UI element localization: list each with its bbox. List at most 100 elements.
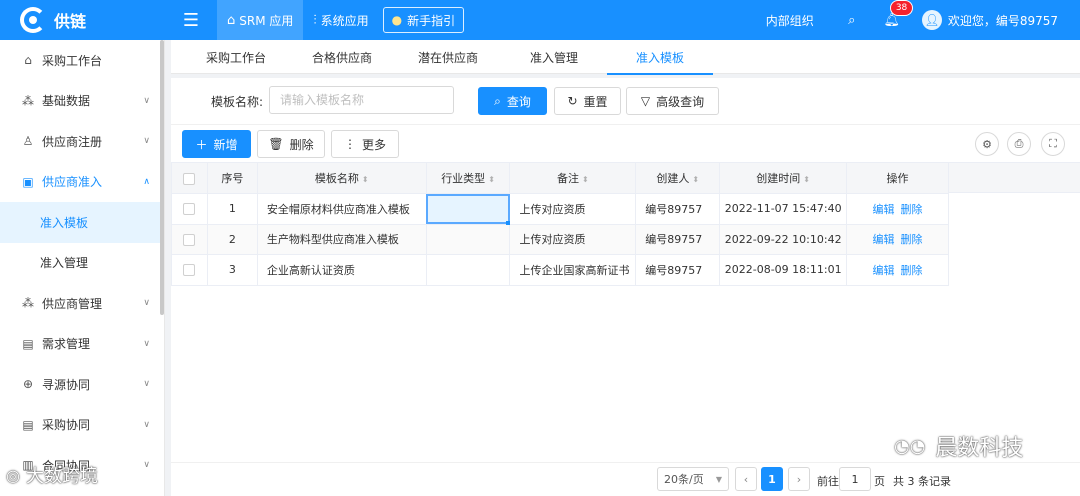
logo-icon: [20, 7, 46, 33]
header-remark[interactable]: 备注 ⬍: [509, 162, 637, 194]
template-name-label: 模板名称:: [211, 95, 264, 109]
delete-button[interactable]: 🗑︎ 删除: [257, 130, 325, 158]
prev-page-button[interactable]: ‹: [735, 467, 757, 491]
sidebar-item-label: 供应商准入: [42, 175, 103, 190]
header-industry[interactable]: 行业类型 ⬍: [425, 162, 511, 194]
bulb-icon: ●: [391, 13, 403, 27]
bell-icon[interactable]: 🔔︎ 38: [882, 0, 914, 28]
row-industry-selected[interactable]: [425, 193, 511, 225]
org-switch[interactable]: 内部组织: [766, 12, 814, 29]
add-button[interactable]: ＋ 新增: [182, 130, 251, 158]
page-button-current[interactable]: 1: [761, 467, 783, 491]
row-checkbox[interactable]: [183, 203, 196, 216]
search-button[interactable]: ⌕ 查询: [478, 87, 547, 115]
settings-icon[interactable]: ⚙: [975, 132, 999, 156]
printer-icon[interactable]: ⎙: [1007, 132, 1031, 156]
table-row[interactable]: 3 企业高新认证资质 上传企业国家高新证书 编号89757 2022-08-09…: [171, 254, 949, 286]
sidebar-item-purchase-workbench[interactable]: ⌂ 采购工作台: [0, 40, 164, 81]
sort-icon[interactable]: ⬍: [362, 175, 369, 184]
sidebar-item-supplier-admission[interactable]: ▣ 供应商准入 ∧: [0, 162, 164, 203]
edit-link[interactable]: 编辑: [873, 233, 895, 246]
sort-icon[interactable]: ⬍: [582, 175, 589, 184]
tab-purchase-workbench[interactable]: 采购工作台: [183, 40, 289, 74]
apartment-icon: ⁂: [22, 296, 34, 311]
tab-potential-suppliers[interactable]: 潜在供应商: [395, 40, 501, 74]
tab-admission-template[interactable]: 准入模板: [607, 40, 713, 75]
beginner-guide-button[interactable]: ● 新手指引: [382, 7, 465, 33]
logo[interactable]: 供链: [0, 0, 165, 40]
sidebar-item-demand-management[interactable]: ▤ 需求管理 ∨: [0, 324, 164, 365]
tab-admission-management[interactable]: 准入管理: [501, 40, 607, 74]
welcome-text[interactable]: 欢迎您，编号89757: [948, 12, 1058, 29]
topnav-srm-apps[interactable]: ⌂ SRM 应用: [217, 0, 304, 40]
table-header-row: 序号 模板名称 ⬍ 行业类型 ⬍ 备注 ⬍ 创建人 ⬍ 创建时间 ⬍ 操作: [171, 162, 949, 194]
sort-icon[interactable]: ⬍: [488, 175, 495, 184]
sort-icon[interactable]: ⬍: [803, 175, 810, 184]
sidebar-item-label: 寻源协同: [42, 377, 91, 392]
goto-page-input[interactable]: [839, 467, 871, 491]
edit-link[interactable]: 编辑: [873, 203, 895, 216]
page-size-value: 20条/页: [664, 473, 704, 486]
page-tabs: 采购工作台 合格供应商 潜在供应商 准入管理 准入模板: [171, 40, 1080, 75]
fullscreen-icon[interactable]: ⛶: [1041, 132, 1065, 156]
delete-link[interactable]: 删除: [901, 203, 923, 216]
reset-button[interactable]: ↻ 重置: [554, 87, 621, 115]
sidebar-item-sourcing[interactable]: ⊕ 寻源协同 ∨: [0, 364, 164, 405]
delete-link[interactable]: 删除: [901, 264, 923, 277]
row-industry[interactable]: [425, 223, 511, 255]
brand-mark-icon: ◎: [6, 465, 20, 485]
sidebar-item-label: 基础数据: [42, 94, 91, 109]
header-name[interactable]: 模板名称 ⬍: [256, 162, 427, 194]
header-created-time[interactable]: 创建时间 ⬍: [719, 162, 848, 194]
search-icon[interactable]: ⌕: [842, 13, 862, 28]
filter-icon: ▽: [640, 94, 651, 108]
row-industry[interactable]: [425, 254, 511, 286]
page-unit-label: 页: [874, 475, 885, 488]
sidebar-item-label: 采购协同: [42, 418, 91, 433]
topnav-system-apps[interactable]: ⫶ 系统应用: [303, 0, 378, 40]
sidebar-item-supplier-register[interactable]: ♙ 供应商注册 ∨: [0, 121, 164, 162]
more-button[interactable]: ⋮ 更多: [331, 130, 399, 158]
menu-toggle-button[interactable]: ☰: [165, 0, 217, 40]
avatar[interactable]: 👤︎: [921, 10, 942, 30]
advanced-search-label: 高级查询: [656, 94, 705, 109]
menu-fold-icon: ☰: [182, 9, 200, 31]
row-name: 生产物料型供应商准入模板: [256, 223, 427, 255]
next-page-button[interactable]: ›: [788, 467, 810, 491]
row-created-time: 2022-08-09 18:11:01: [719, 254, 848, 286]
watermark-left: ◎ 大数跨境: [6, 462, 98, 488]
delete-link[interactable]: 删除: [901, 233, 923, 246]
page-size-select[interactable]: 20条/页 ▼: [657, 467, 729, 491]
template-name-input[interactable]: [269, 86, 454, 114]
sliders-icon: ⫶: [313, 12, 317, 28]
row-checkbox[interactable]: [183, 233, 196, 246]
goto-label: 前往: [817, 475, 839, 488]
table-row[interactable]: 2 生产物料型供应商准入模板 上传对应资质 编号89757 2022-09-22…: [171, 223, 949, 255]
header-label: 创建人: [656, 172, 690, 185]
row-name: 企业高新认证资质: [256, 254, 427, 286]
sidebar-item-supplier-management[interactable]: ⁂ 供应商管理 ∨: [0, 283, 164, 324]
globe-icon: ⊕: [22, 377, 34, 392]
sidebar-item-admission-management[interactable]: 准入管理: [0, 243, 164, 284]
select-all-checkbox[interactable]: [183, 172, 196, 185]
header-creator[interactable]: 创建人 ⬍: [635, 162, 721, 194]
sidebar-item-admission-template[interactable]: 准入模板: [0, 202, 164, 243]
sidebar-scrollbar[interactable]: [160, 40, 164, 315]
sort-icon[interactable]: ⬍: [692, 175, 699, 184]
sidebar-item-basic-data[interactable]: ⁂ 基础数据 ∨: [0, 81, 164, 122]
delete-button-label: 删除: [289, 137, 314, 152]
cluster-icon: ⁂: [22, 93, 34, 108]
topnav-label: SRM 应用: [239, 13, 294, 28]
sidebar-item-procurement[interactable]: ▤ 采购协同 ∨: [0, 405, 164, 446]
guide-label: 新手指引: [407, 13, 456, 28]
topnav-label: 系统应用: [320, 13, 369, 28]
row-checkbox[interactable]: [183, 264, 196, 277]
edit-link[interactable]: 编辑: [873, 264, 895, 277]
row-created-time: 2022-11-07 15:47:40: [719, 193, 848, 225]
table-row[interactable]: 1 安全帽原材料供应商准入模板 上传对应资质 编号89757 2022-11-0…: [171, 193, 949, 225]
sidebar-item-label: 准入模板: [40, 215, 89, 230]
tab-qualified-suppliers[interactable]: 合格供应商: [289, 40, 395, 74]
advanced-search-button[interactable]: ▽ 高级查询: [626, 87, 719, 115]
header-label: 备注: [557, 172, 580, 185]
row-index: 2: [206, 223, 258, 255]
